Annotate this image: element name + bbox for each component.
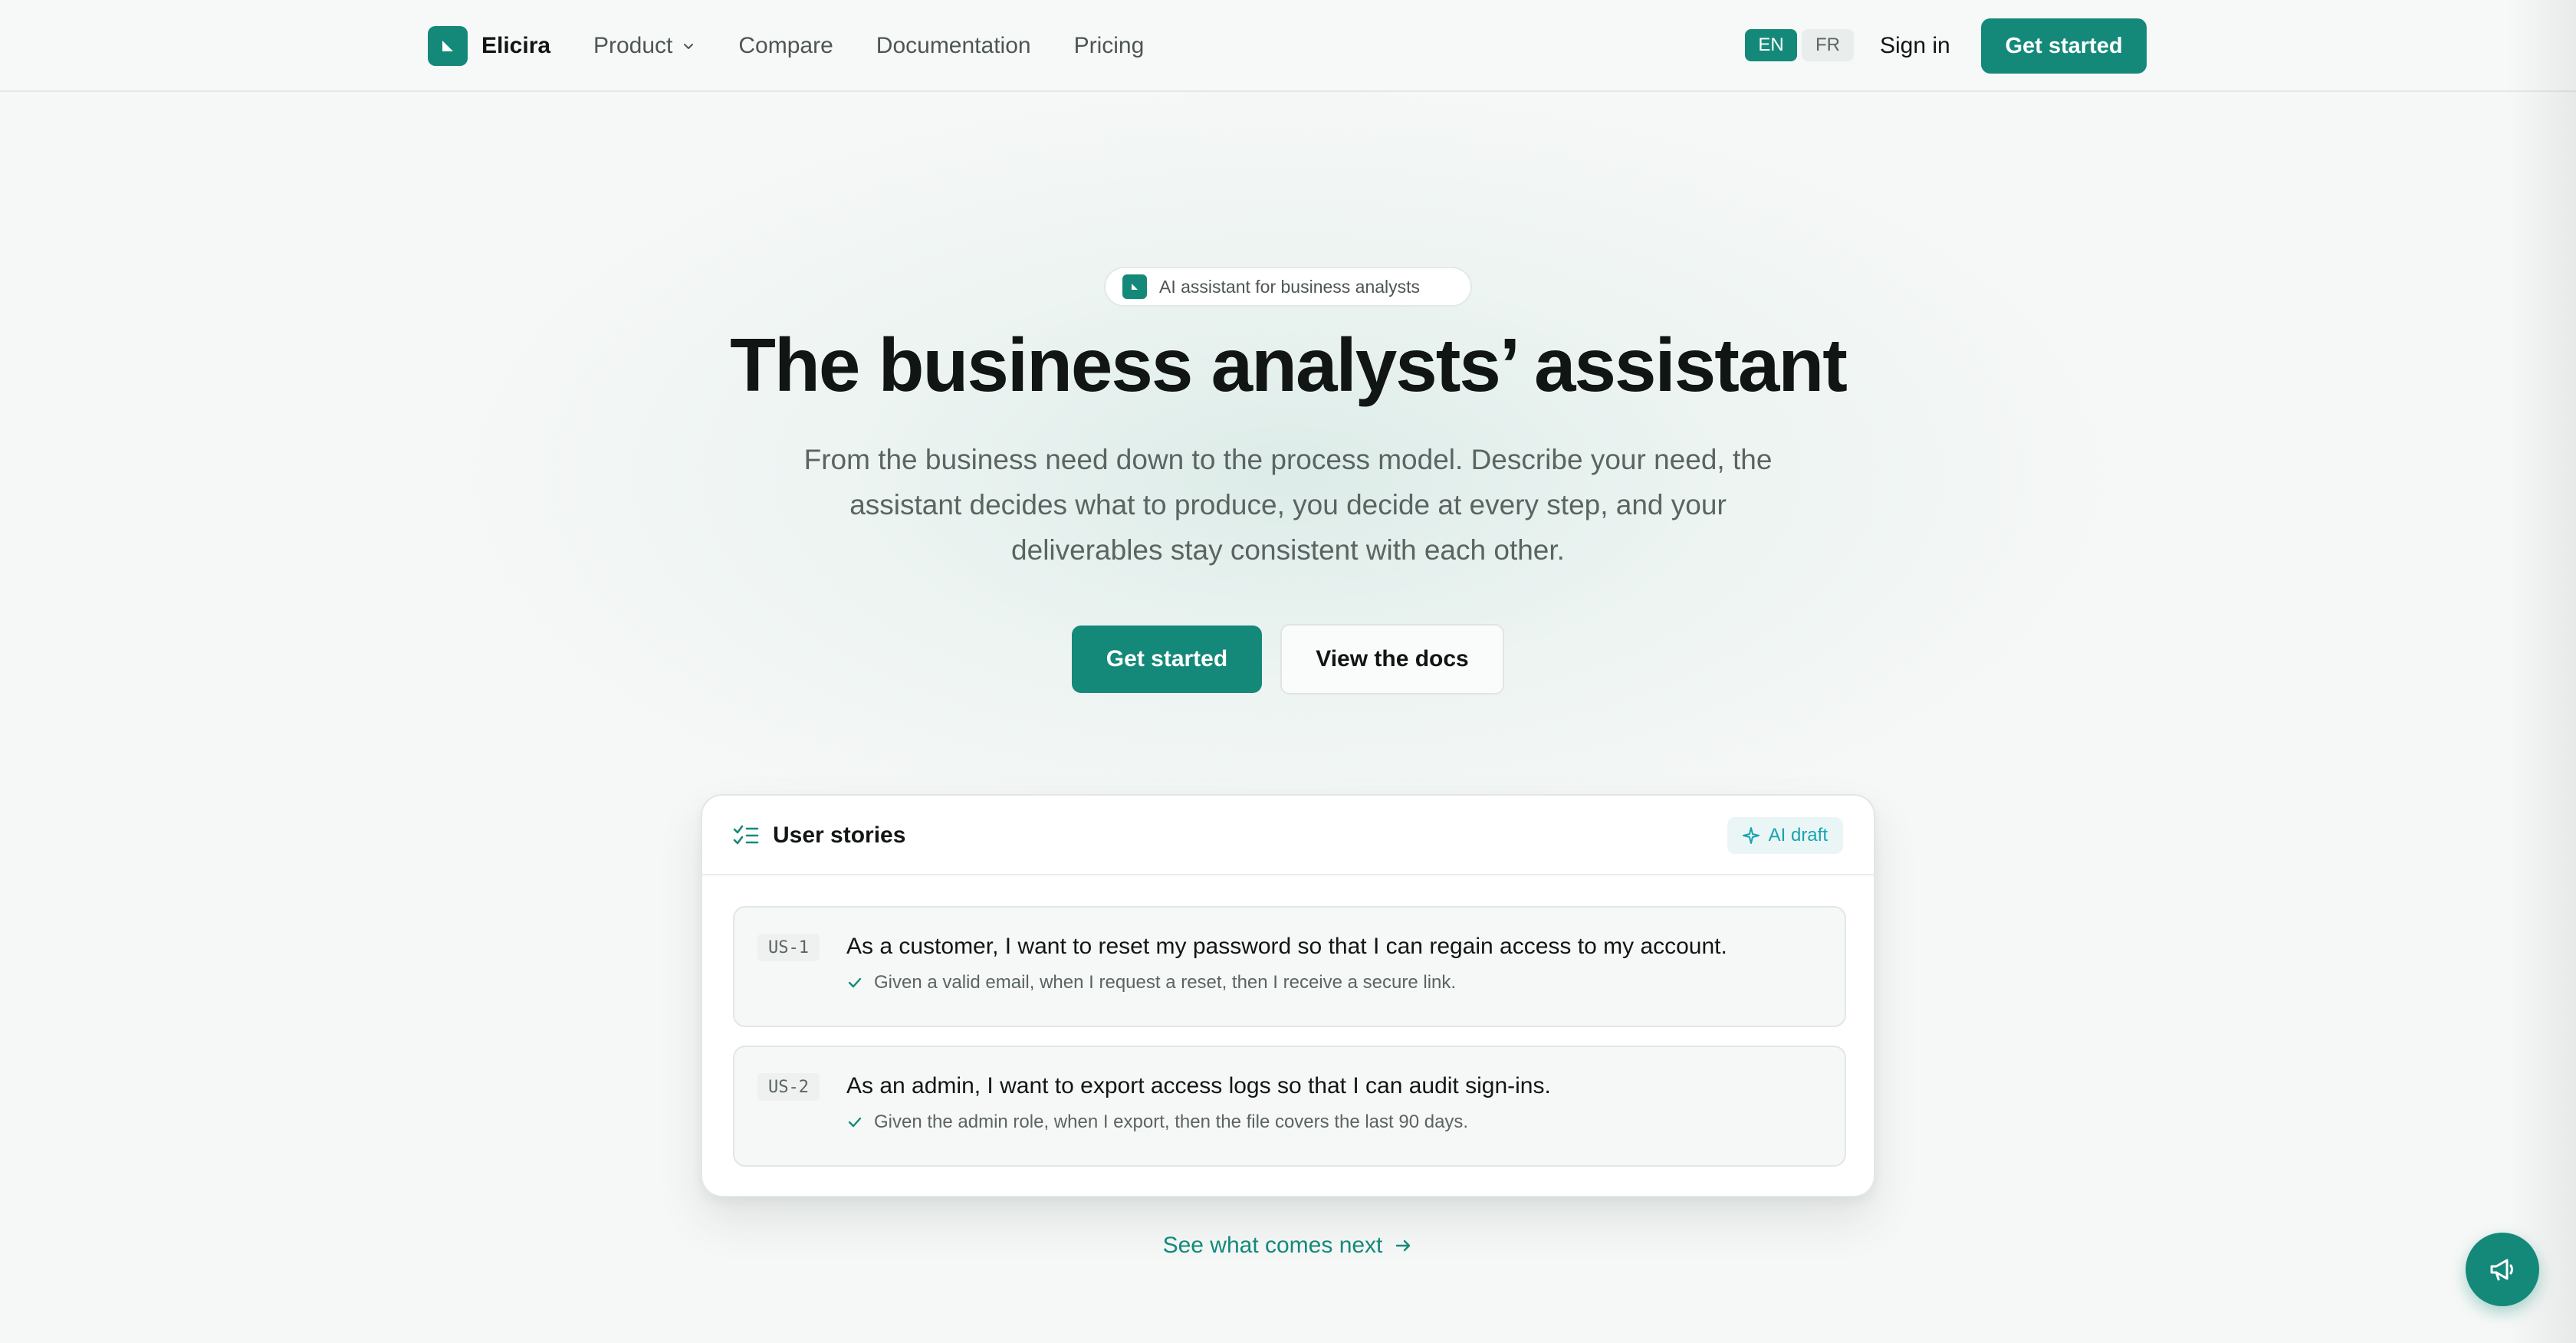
brand-logo-icon: [428, 26, 468, 66]
story-row[interactable]: US-2 As an admin, I want to export acces…: [733, 1046, 1846, 1167]
feedback-button[interactable]: [2466, 1233, 2539, 1306]
pill-logo-icon: [1122, 274, 1147, 299]
right-edge-shade: [2507, 0, 2576, 1343]
hero-get-started-button[interactable]: Get started: [1072, 626, 1262, 693]
next-link-label: See what comes next: [1162, 1233, 1383, 1258]
checklist-icon: [733, 825, 759, 845]
story-acceptance-criteria: Given the admin role, when I export, the…: [846, 1112, 1468, 1133]
lang-fr-button[interactable]: FR: [1802, 29, 1854, 61]
language-switcher: EN FR: [1745, 29, 1854, 61]
megaphone-icon: [2490, 1259, 2513, 1281]
story-row[interactable]: US-1 As a customer, I want to reset my p…: [733, 906, 1846, 1027]
ai-draft-label: AI draft: [1768, 825, 1828, 846]
sign-in-link[interactable]: Sign in: [1880, 26, 1950, 66]
card-header: User stories AI draft: [702, 796, 1874, 875]
story-id: US-1: [757, 934, 820, 961]
nav-product-label: Product: [593, 33, 673, 58]
brand-link[interactable]: Elicira: [428, 26, 550, 66]
check-icon: [848, 1117, 862, 1128]
chevron-down-icon: [684, 44, 694, 49]
nav-compare[interactable]: Compare: [738, 33, 833, 59]
hero-subtitle-line-1: From the business need down to the proce…: [803, 444, 1773, 475]
ai-draft-badge: AI draft: [1727, 817, 1843, 854]
story-text: As a customer, I want to reset my passwo…: [846, 934, 1727, 959]
story-acceptance-criteria: Given a valid email, when I request a re…: [846, 972, 1456, 993]
arrow-right-icon: [1396, 1240, 1411, 1252]
hero-title: The business analysts’ assistant: [730, 323, 1848, 407]
user-stories-card: User stories AI draft US-1 As a customer…: [701, 794, 1875, 1197]
pill-text: AI assistant for business analysts: [1159, 276, 1421, 297]
header-get-started-button[interactable]: Get started: [1981, 18, 2147, 74]
hero-subtitle: From the business need down to the proce…: [774, 437, 1802, 573]
view-docs-button[interactable]: View the docs: [1280, 624, 1504, 694]
nav-product[interactable]: Product: [593, 33, 695, 59]
main-nav: Product Compare Documentation Pricing: [593, 26, 1144, 66]
story-text: As an admin, I want to export access log…: [846, 1073, 1551, 1098]
top-navbar: Elicira Product Compare Documentation Pr…: [0, 0, 2576, 92]
card-title: User stories: [733, 819, 905, 852]
hero-subtitle-line-3: deliverables stay consistent with each o…: [1011, 534, 1565, 566]
nav-pricing[interactable]: Pricing: [1074, 33, 1145, 59]
hero-subtitle-line-2: assistant decides what to produce, you d…: [849, 489, 1727, 520]
see-what-comes-next-link[interactable]: See what comes next: [0, 1233, 2576, 1259]
nav-documentation[interactable]: Documentation: [876, 33, 1031, 59]
sparkle-icon: [1742, 827, 1760, 844]
hero-pill-badge: AI assistant for business analysts: [1104, 267, 1472, 307]
story-criteria-text: Given a valid email, when I request a re…: [874, 972, 1457, 993]
story-id: US-2: [757, 1073, 820, 1101]
lang-en-button[interactable]: EN: [1745, 29, 1797, 61]
check-icon: [848, 977, 862, 988]
card-title-text: User stories: [773, 823, 906, 848]
brand-name: Elicira: [481, 33, 551, 58]
story-criteria-text: Given the admin role, when I export, the…: [874, 1112, 1469, 1132]
